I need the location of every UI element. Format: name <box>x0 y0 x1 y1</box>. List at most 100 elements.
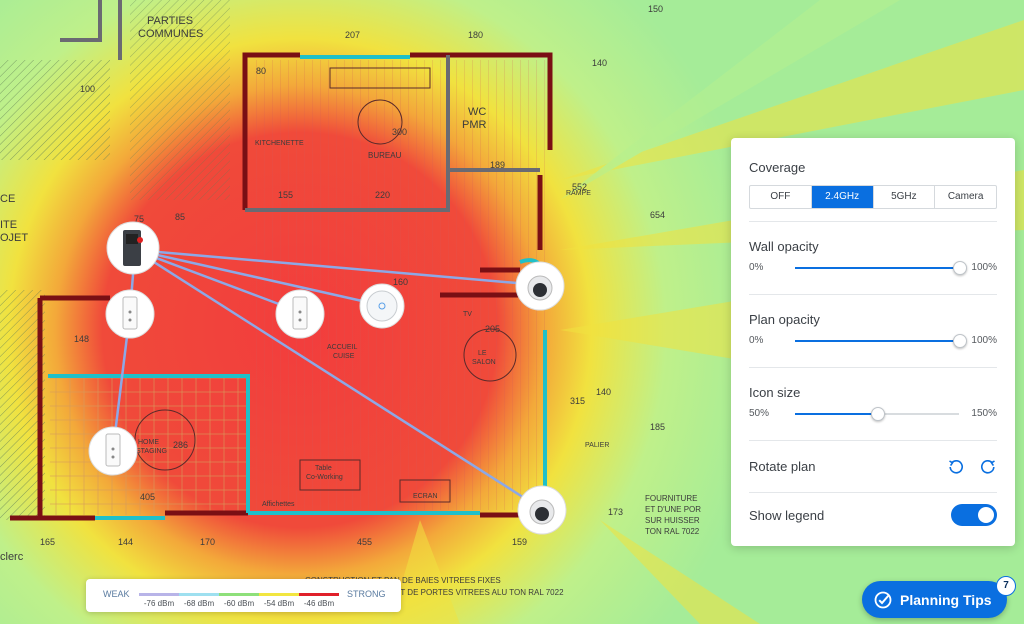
plan-label: Affichettes <box>262 501 295 508</box>
coverage-option-off[interactable]: OFF <box>750 186 812 208</box>
slider-min-label: 0% <box>749 335 764 346</box>
slider-max-label: 150% <box>971 408 997 419</box>
icon-size-slider[interactable] <box>795 406 959 421</box>
plan-label: CUISE <box>333 353 355 360</box>
legend-swatch <box>299 593 339 596</box>
dimension: 165 <box>40 537 55 547</box>
legend-level: -60 dBm <box>223 599 255 608</box>
dimension: 170 <box>200 537 215 547</box>
wall-ap-device[interactable] <box>105 289 155 339</box>
check-circle-icon <box>874 591 892 609</box>
planner-settings-panel: Coverage OFF 2.4GHz 5GHz Camera Wall opa… <box>731 138 1015 546</box>
dimension: 140 <box>596 387 611 397</box>
plan-label: SUR HUISSER <box>645 516 700 525</box>
legend-level: -54 dBm <box>263 599 295 608</box>
slider-min-label: 50% <box>749 408 770 419</box>
dimension: 185 <box>650 422 665 432</box>
legend-level: -46 dBm <box>303 599 335 608</box>
show-legend-section: Show legend <box>749 493 997 537</box>
plan-label: Co-Working <box>306 474 343 481</box>
plan-label: HOME <box>138 439 159 446</box>
dimension: 144 <box>118 537 133 547</box>
plan-label: FOURNITURE <box>645 494 697 503</box>
dimension: 140 <box>592 58 607 68</box>
plan-label: clerc <box>0 551 24 563</box>
rotate-cw-icon[interactable] <box>979 458 997 476</box>
plan-opacity-label: Plan opacity <box>749 312 820 327</box>
plan-label: WC <box>468 106 486 118</box>
slider-max-label: 100% <box>971 335 997 346</box>
wall-ap-device[interactable] <box>275 289 325 339</box>
legend-swatch <box>259 593 299 596</box>
show-legend-toggle[interactable] <box>951 504 997 526</box>
hatched-area <box>0 60 110 160</box>
dimension: 148 <box>74 334 89 344</box>
dimension: 405 <box>140 492 155 502</box>
camera-device[interactable] <box>515 261 565 311</box>
plan-note: ET DE PORTES VITREES ALU TON RAL 7022 <box>395 588 564 597</box>
plan-label: PARTIES <box>147 15 193 27</box>
slider-handle[interactable] <box>953 333 967 348</box>
wall-ap-device[interactable] <box>88 426 138 476</box>
rotate-ccw-icon[interactable] <box>947 458 965 476</box>
coverage-segmented-control: OFF 2.4GHz 5GHz Camera <box>749 185 997 209</box>
wall-opacity-slider[interactable] <box>795 260 967 275</box>
planning-tips-label: Planning Tips <box>900 591 992 608</box>
plan-label: PALIER <box>585 442 609 449</box>
dimension: 286 <box>173 440 188 450</box>
plan-label: TON RAL 7022 <box>645 527 700 536</box>
ceiling-ap-device[interactable] <box>359 283 405 329</box>
legend-weak-label: WEAK <box>103 589 130 599</box>
slider-min-label: 0% <box>749 262 764 273</box>
plan-label: BUREAU <box>368 151 402 160</box>
plan-label: ITE <box>0 219 17 231</box>
plan-label: SALON <box>472 359 496 366</box>
legend-swatch <box>139 593 179 596</box>
plan-opacity-section: Plan opacity 0% 100% <box>749 295 997 368</box>
coverage-label: Coverage <box>749 160 806 175</box>
dimension: 189 <box>490 160 505 170</box>
gateway-device[interactable] <box>106 221 160 275</box>
icon-size-label: Icon size <box>749 385 801 400</box>
legend-swatch <box>179 593 219 596</box>
wall-opacity-section: Wall opacity 0% 100% <box>749 222 997 295</box>
dimension: 173 <box>608 507 623 517</box>
dimension: 150 <box>648 4 663 14</box>
plan-label: ACCUEIL <box>327 344 357 351</box>
dimension: 552 <box>572 182 587 192</box>
legend-level: -76 dBm <box>143 599 175 608</box>
plan-label: ECRAN <box>413 493 438 500</box>
dimension: 654 <box>650 210 665 220</box>
dimension: 80 <box>256 66 266 76</box>
coverage-option-camera[interactable]: Camera <box>935 186 996 208</box>
dimension: 85 <box>175 212 185 222</box>
legend-strong-label: STRONG <box>347 589 386 599</box>
slider-max-label: 100% <box>971 262 997 273</box>
legend-color-bar <box>139 593 339 596</box>
wall-opacity-label: Wall opacity <box>749 239 819 254</box>
plan-label: OJET <box>0 232 28 244</box>
coverage-option-5ghz[interactable]: 5GHz <box>874 186 936 208</box>
rotate-plan-section: Rotate plan <box>749 441 997 493</box>
plan-label: CE <box>0 193 15 205</box>
dimension: 159 <box>512 537 527 547</box>
plan-label: ET D'UNE POR <box>645 505 701 514</box>
dimension: 155 <box>278 190 293 200</box>
dimension: 315 <box>570 396 585 406</box>
plan-label: PMR <box>462 119 487 131</box>
coverage-section: Coverage OFF 2.4GHz 5GHz Camera <box>749 138 997 222</box>
coverage-option-2-4ghz[interactable]: 2.4GHz <box>811 186 874 208</box>
slider-handle[interactable] <box>871 406 885 421</box>
plan-opacity-slider[interactable] <box>795 333 967 348</box>
dimension: 207 <box>345 30 360 40</box>
plan-label: Table <box>315 465 332 472</box>
legend-level: -68 dBm <box>183 599 215 608</box>
slider-handle[interactable] <box>953 260 967 275</box>
plan-label: COMMUNES <box>138 28 203 40</box>
planning-tips-button[interactable]: Planning Tips <box>862 581 1007 618</box>
icon-size-section: Icon size 50% 150% <box>749 368 997 441</box>
dimension: 220 <box>375 190 390 200</box>
show-legend-label: Show legend <box>749 507 825 523</box>
legend-swatch <box>219 593 259 596</box>
camera-device[interactable] <box>517 485 567 535</box>
